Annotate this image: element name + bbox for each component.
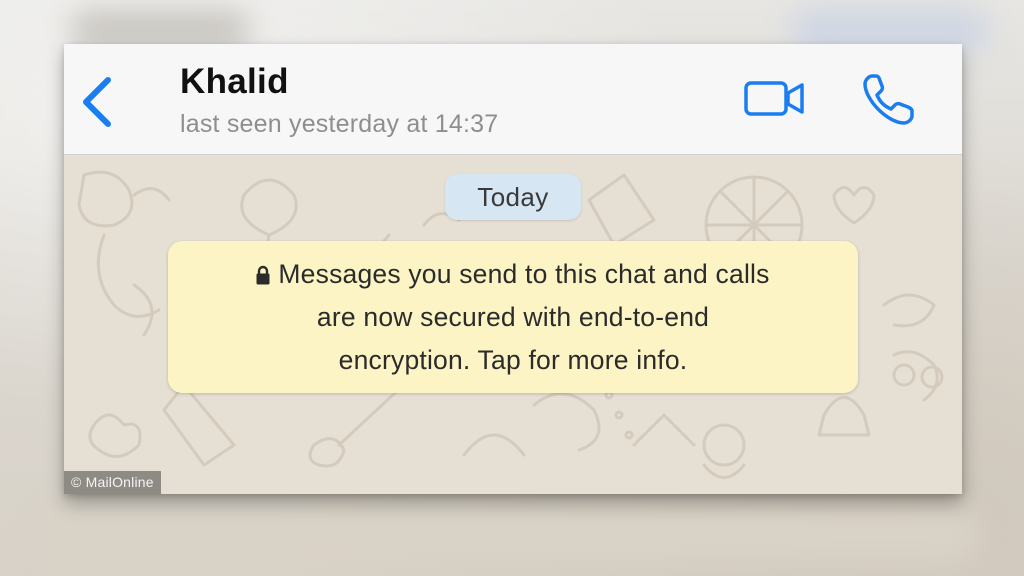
encryption-line-2: are now secured with end-to-end [316,302,710,332]
chevron-left-icon [83,77,111,127]
whatsapp-chat-screen: Khalid last seen yesterday at 14:37 Toda… [64,44,962,494]
background-blur-bottom [40,505,980,565]
video-camera-icon [744,81,804,116]
mailonline-watermark: © MailOnline [64,471,161,494]
encryption-notice-text: Messages you send to this chat and calls… [188,253,838,382]
phone-icon [863,74,914,125]
encryption-line-3: encryption. Tap for more info. [338,345,688,375]
encryption-notice[interactable]: Messages you send to this chat and calls… [168,241,858,393]
voice-call-button[interactable] [860,70,918,128]
back-button[interactable] [76,72,126,132]
chat-messages-area[interactable]: Today Messages you send to this chat and… [64,155,962,494]
last-seen-status: last seen yesterday at 14:37 [180,110,499,138]
lock-icon [256,255,270,285]
date-separator: Today [445,174,581,220]
chat-header: Khalid last seen yesterday at 14:37 [64,44,962,155]
contact-name[interactable]: Khalid [180,62,289,102]
video-call-button[interactable] [740,76,810,122]
encryption-line-1: Messages you send to this chat and calls [278,259,770,289]
